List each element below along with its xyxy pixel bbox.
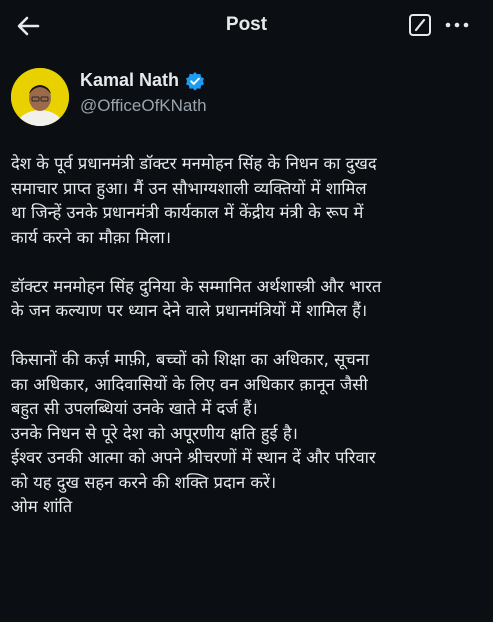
post-text-line: डॉक्टर मनमोहन सिंह दुनिया के सम्मानित अर…: [11, 276, 382, 296]
post-text-line: किसानों की कर्ज़ माफ़ी, बच्चों को शिक्षा…: [11, 350, 370, 369]
post-text-line: उनके निधन से पूरे देश को अपूरणीय क्षति ह…: [11, 423, 298, 443]
post-text-line: का अधिकार, आदिवासियों के लिए वन अधिकार क…: [11, 374, 368, 394]
post-text-line: समाचार प्राप्त हुआ। मैं उन सौभाग्यशाली व…: [11, 178, 367, 198]
post-text-line: बहुत सी उपलब्धियां उनके खाते में दर्ज है…: [11, 399, 258, 418]
post-text: देश के पूर्व प्रधानमंत्री डॉक्टर मनमोहन …: [11, 152, 489, 520]
grok-icon[interactable]: [408, 13, 432, 37]
post-text-line: था जिन्हें उनके प्रधानमंत्री कार्यकाल मे…: [11, 203, 364, 222]
author-handle[interactable]: @OfficeOfKNath: [80, 96, 207, 116]
avatar[interactable]: [11, 68, 69, 126]
author-name[interactable]: Kamal Nath: [80, 70, 179, 91]
post-text-line: को यह दुख सहन करने की शक्ति प्रदान करें।: [11, 472, 277, 492]
post-text-line: देश के पूर्व प्रधानमंत्री डॉक्टर मनमोहन …: [11, 154, 377, 173]
verified-badge-icon: [185, 71, 205, 91]
post-text-line: के जन कल्याण पर ध्यान देने वाले प्रधानमं…: [11, 301, 368, 320]
post-text-line: कार्य करने का मौक़ा मिला।: [11, 227, 171, 247]
post-text-line: ईश्वर उनकी आत्मा को अपने श्रीचरणों में स…: [11, 448, 376, 467]
top-bar: Post: [0, 0, 493, 52]
more-icon[interactable]: [444, 14, 470, 36]
post-text-line: ओम शांति: [11, 497, 73, 516]
